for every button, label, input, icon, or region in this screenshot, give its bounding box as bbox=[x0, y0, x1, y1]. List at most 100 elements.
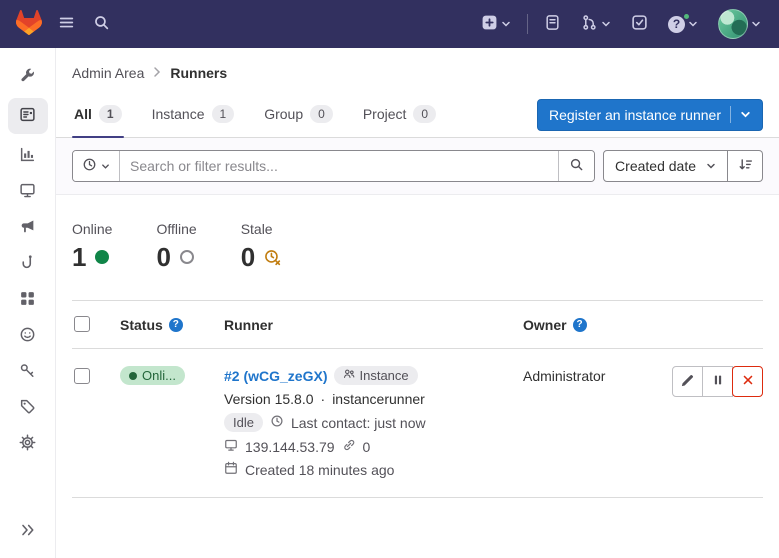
runner-version: Version 15.8.0 bbox=[224, 391, 314, 407]
filter-search-input[interactable] bbox=[120, 151, 558, 181]
stat-value: 1 bbox=[72, 244, 86, 270]
sidebar-item-messages[interactable] bbox=[8, 213, 48, 242]
owner-help-icon[interactable]: ? bbox=[573, 318, 587, 332]
pause-icon bbox=[711, 373, 725, 390]
edit-runner-button[interactable] bbox=[672, 366, 703, 397]
merge-requests-button[interactable] bbox=[577, 9, 615, 39]
stat-online: Online 1 bbox=[72, 221, 112, 270]
collapse-sidebar-button[interactable] bbox=[8, 517, 48, 546]
runner-owner: Administrator bbox=[523, 366, 663, 384]
runner-type-tabs: All 1 Instance 1 Group 0 Project 0 Regis… bbox=[56, 92, 779, 138]
search-history-button[interactable] bbox=[73, 151, 120, 181]
tab-group[interactable]: Group 0 bbox=[262, 92, 335, 137]
runner-description: instancerunner bbox=[332, 391, 425, 407]
tab-label: All bbox=[74, 106, 92, 122]
sidebar-item-monitoring[interactable] bbox=[8, 177, 48, 206]
wrench-icon bbox=[19, 67, 36, 87]
breadcrumb-admin-area-link[interactable]: Admin Area bbox=[72, 65, 144, 81]
filter-bar: Created date bbox=[56, 138, 779, 195]
stat-label: Offline bbox=[156, 221, 196, 237]
close-x-icon bbox=[741, 373, 755, 390]
search-icon bbox=[93, 14, 110, 34]
runner-last-contact: Last contact: just now bbox=[291, 415, 426, 431]
key-icon bbox=[19, 362, 36, 382]
stat-label: Stale bbox=[241, 221, 281, 237]
search-submit-button[interactable] bbox=[558, 151, 594, 181]
sort-by-label: Created date bbox=[615, 158, 696, 174]
todos-button[interactable] bbox=[627, 9, 652, 39]
issues-icon bbox=[544, 14, 561, 34]
runner-ip-address: 139.144.53.79 bbox=[245, 439, 335, 455]
sidebar-item-abuse-reports[interactable] bbox=[8, 321, 48, 350]
gear-icon bbox=[19, 434, 36, 454]
chevron-down-icon bbox=[688, 17, 698, 32]
sidebar-item-overview-selected[interactable] bbox=[8, 98, 48, 134]
monitor-icon bbox=[224, 438, 238, 455]
runner-status-text: Onli... bbox=[142, 368, 176, 383]
sort-by-dropdown[interactable]: Created date bbox=[603, 150, 728, 182]
select-all-checkbox[interactable] bbox=[74, 316, 90, 332]
chevron-down-icon bbox=[706, 158, 716, 174]
new-menu-button[interactable] bbox=[477, 9, 515, 39]
tab-count-badge: 1 bbox=[99, 105, 122, 123]
runner-type-text: Instance bbox=[359, 368, 408, 383]
hook-icon bbox=[19, 254, 36, 274]
tab-count-badge: 0 bbox=[413, 105, 436, 123]
chevron-right-icon bbox=[153, 65, 161, 81]
sort-direction-button[interactable] bbox=[728, 150, 763, 182]
stat-stale: Stale 0 bbox=[241, 221, 281, 270]
overview-card-icon bbox=[19, 106, 36, 126]
tab-project[interactable]: Project 0 bbox=[361, 92, 438, 137]
runner-status-badge: Onli... bbox=[120, 366, 185, 385]
sort-descending-icon bbox=[738, 157, 753, 175]
status-stale-icon bbox=[264, 244, 281, 270]
admin-sidebar bbox=[0, 48, 56, 558]
search-icon bbox=[569, 157, 584, 175]
sidebar-item-admin-overview[interactable] bbox=[8, 62, 48, 91]
tab-instance[interactable]: Instance 1 bbox=[150, 92, 237, 137]
runner-type-badge: Instance bbox=[334, 366, 417, 385]
runners-table: Status ? Runner Owner ? Onli... bbox=[72, 300, 763, 498]
gitlab-logo[interactable] bbox=[14, 8, 44, 40]
issues-button[interactable] bbox=[540, 9, 565, 39]
runner-created: Created 18 minutes ago bbox=[245, 462, 394, 478]
help-menu-button[interactable]: ? bbox=[664, 11, 702, 38]
sidebar-item-settings[interactable] bbox=[8, 429, 48, 458]
tab-label: Project bbox=[363, 106, 407, 122]
dot-separator: · bbox=[321, 391, 326, 407]
status-help-icon[interactable]: ? bbox=[169, 318, 183, 332]
tab-count-badge: 1 bbox=[212, 105, 235, 123]
online-dot-icon bbox=[129, 372, 137, 380]
sidebar-item-system-hooks[interactable] bbox=[8, 249, 48, 278]
runner-summary-cell: #2 (wCG_zeGX) Instance Version 15.8.0 · … bbox=[224, 366, 523, 478]
stat-label: Online bbox=[72, 221, 112, 237]
bar-chart-icon bbox=[19, 146, 36, 166]
pencil-icon bbox=[680, 373, 695, 391]
pause-runner-button[interactable] bbox=[702, 366, 733, 397]
register-instance-runner-button[interactable]: Register an instance runner bbox=[537, 99, 763, 131]
breadcrumb: Admin Area Runners bbox=[56, 48, 779, 90]
sort-controls: Created date bbox=[603, 150, 763, 182]
user-menu-button[interactable] bbox=[714, 4, 765, 44]
sidebar-item-analytics[interactable] bbox=[8, 141, 48, 170]
tab-all[interactable]: All 1 bbox=[72, 92, 124, 137]
runner-state-badge: Idle bbox=[224, 413, 263, 432]
chevron-down-icon bbox=[740, 107, 751, 123]
chevron-down-icon bbox=[601, 17, 611, 32]
main-content: Admin Area Runners All 1 Instance 1 Grou… bbox=[56, 48, 779, 558]
select-runner-checkbox[interactable] bbox=[74, 368, 90, 384]
hamburger-icon bbox=[58, 14, 75, 34]
sidebar-menu-toggle[interactable] bbox=[54, 9, 79, 39]
delete-runner-button[interactable] bbox=[732, 366, 763, 397]
sidebar-item-applications[interactable] bbox=[8, 285, 48, 314]
status-offline-icon bbox=[180, 250, 194, 264]
global-search-button[interactable] bbox=[89, 9, 114, 39]
merge-request-icon bbox=[581, 14, 598, 34]
sidebar-item-deploy-keys[interactable] bbox=[8, 357, 48, 386]
sidebar-item-labels[interactable] bbox=[8, 393, 48, 422]
table-header-row: Status ? Runner Owner ? bbox=[72, 300, 763, 349]
breadcrumb-current: Runners bbox=[170, 65, 227, 81]
notification-dot bbox=[683, 13, 690, 20]
runner-name-link[interactable]: #2 (wCG_zeGX) bbox=[224, 368, 327, 384]
filtered-search-box bbox=[72, 150, 595, 182]
